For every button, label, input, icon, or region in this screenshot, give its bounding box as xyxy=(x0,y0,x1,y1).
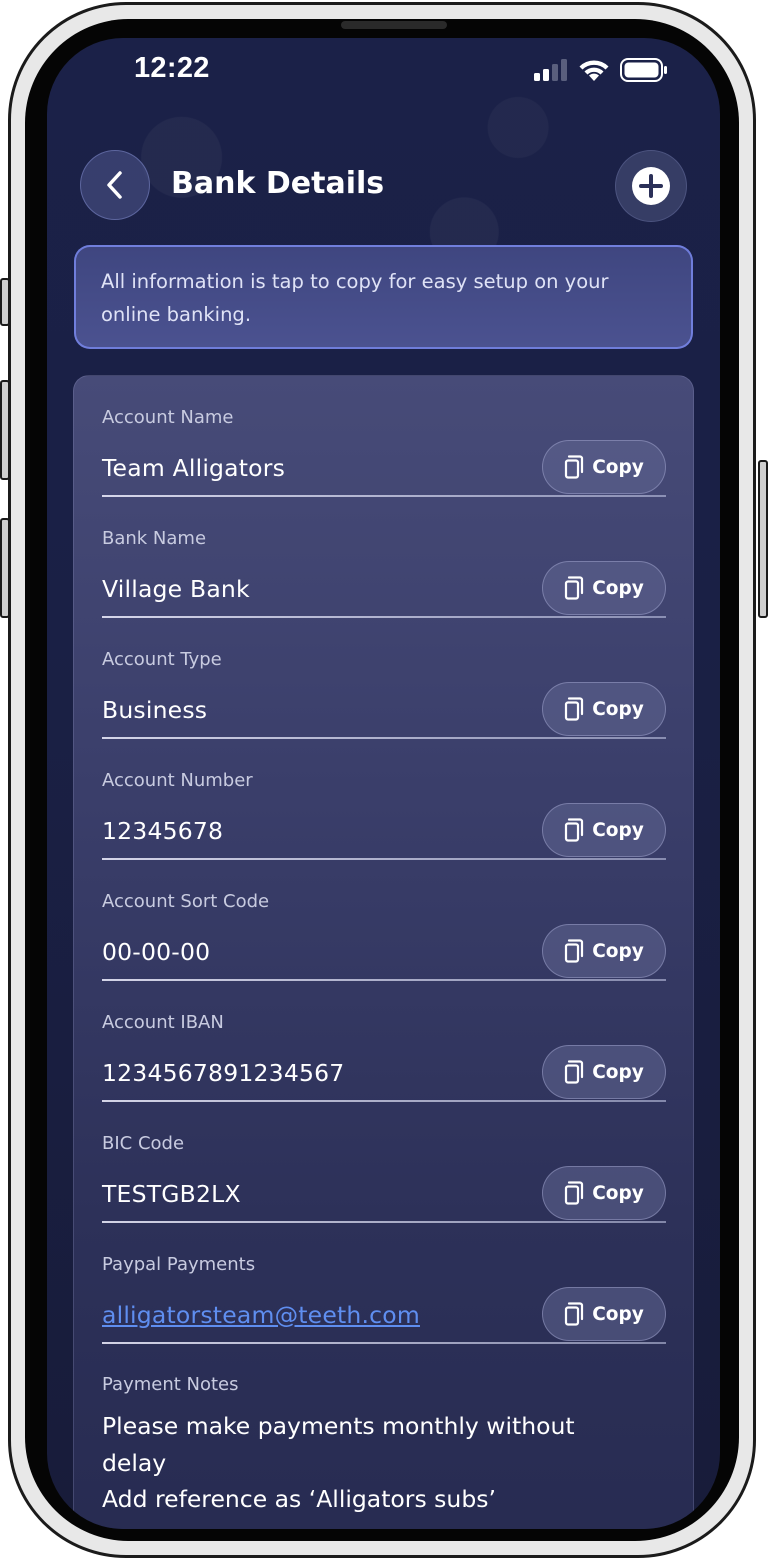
field-value[interactable]: TESTGB2LX xyxy=(102,1180,241,1208)
field-paypal[interactable]: Paypal Payments alligatorsteam@teeth.com… xyxy=(102,1223,666,1344)
signal-icon xyxy=(534,59,567,81)
field-label: Bank Name xyxy=(102,528,207,549)
status-icons xyxy=(534,58,668,82)
plus-circle-icon xyxy=(632,167,670,205)
power-button xyxy=(758,460,768,618)
field-label: Account IBAN xyxy=(102,1012,224,1033)
info-banner: All information is tap to copy for easy … xyxy=(74,245,693,349)
add-button[interactable] xyxy=(615,150,687,222)
copy-icon xyxy=(565,939,584,963)
copy-button-label: Copy xyxy=(592,819,644,841)
field-value[interactable]: 12345678 xyxy=(102,817,223,845)
copy-button-label: Copy xyxy=(592,1061,644,1083)
status-time: 12:22 xyxy=(134,52,210,84)
back-button[interactable] xyxy=(80,150,150,220)
page-title: Bank Details xyxy=(171,166,385,201)
copy-button-label: Copy xyxy=(592,940,644,962)
field-value[interactable]: Business xyxy=(102,696,207,724)
copy-button[interactable]: Copy xyxy=(542,1287,666,1341)
field-account-type[interactable]: Account Type Business Copy xyxy=(102,618,666,739)
payment-notes-label: Payment Notes xyxy=(102,1374,239,1395)
copy-icon xyxy=(565,818,584,842)
field-account-number[interactable]: Account Number 12345678 Copy xyxy=(102,739,666,860)
copy-button[interactable]: Copy xyxy=(542,440,666,494)
field-value[interactable]: Team Alligators xyxy=(102,454,285,482)
paypal-email-link[interactable]: alligatorsteam@teeth.com xyxy=(102,1301,420,1329)
copy-button-label: Copy xyxy=(592,698,644,720)
field-label: BIC Code xyxy=(102,1133,185,1154)
field-account-name[interactable]: Account Name Team Alligators Copy xyxy=(102,376,666,497)
copy-icon xyxy=(565,455,584,479)
copy-button[interactable]: Copy xyxy=(542,803,666,857)
copy-icon xyxy=(565,1181,584,1205)
copy-button-label: Copy xyxy=(592,456,644,478)
copy-button-label: Copy xyxy=(592,577,644,599)
bank-details-card: Account Name Team Alligators Copy Bank N… xyxy=(73,375,694,1529)
field-label: Paypal Payments xyxy=(102,1254,256,1275)
copy-icon xyxy=(565,697,584,721)
field-value[interactable]: 1234567891234567 xyxy=(102,1059,344,1087)
payment-notes-text[interactable]: Please make payments monthly without del… xyxy=(102,1408,622,1518)
field-bic-code[interactable]: BIC Code TESTGB2LX Copy xyxy=(102,1102,666,1223)
field-label: Account Name xyxy=(102,407,234,428)
copy-button[interactable]: Copy xyxy=(542,1045,666,1099)
copy-icon xyxy=(565,1302,584,1326)
speaker-slot xyxy=(341,21,447,29)
copy-button-label: Copy xyxy=(592,1303,644,1325)
app-screen: 12:22 Bank Details All information is ta… xyxy=(47,38,720,1529)
copy-button-label: Copy xyxy=(592,1182,644,1204)
field-label: Account Number xyxy=(102,770,253,791)
field-label: Account Type xyxy=(102,649,222,670)
copy-button[interactable]: Copy xyxy=(542,924,666,978)
field-sort-code[interactable]: Account Sort Code 00-00-00 Copy xyxy=(102,860,666,981)
field-value[interactable]: Village Bank xyxy=(102,575,250,603)
field-value[interactable]: 00-00-00 xyxy=(102,938,210,966)
battery-icon xyxy=(620,58,667,82)
copy-icon xyxy=(565,576,584,600)
copy-button[interactable]: Copy xyxy=(542,1166,666,1220)
wifi-icon xyxy=(579,60,609,81)
copy-button[interactable]: Copy xyxy=(542,682,666,736)
copy-button[interactable]: Copy xyxy=(542,561,666,615)
field-label: Account Sort Code xyxy=(102,891,270,912)
divider xyxy=(102,1342,666,1344)
chevron-left-icon xyxy=(107,171,122,199)
field-iban[interactable]: Account IBAN 1234567891234567 Copy xyxy=(102,981,666,1102)
copy-icon xyxy=(565,1060,584,1084)
field-bank-name[interactable]: Bank Name Village Bank Copy xyxy=(102,497,666,618)
